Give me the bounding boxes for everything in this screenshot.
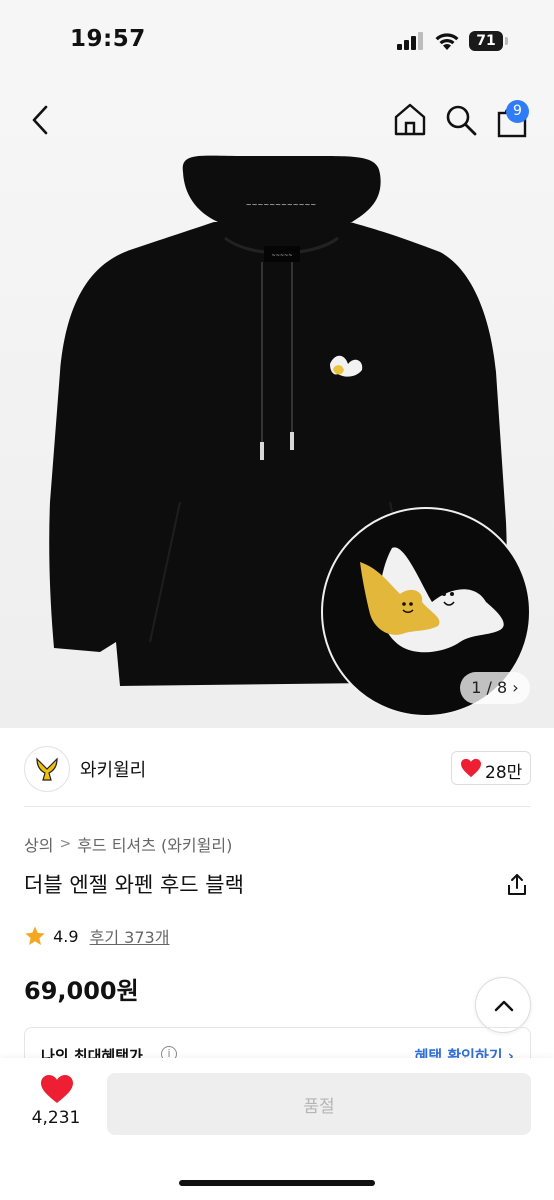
- sold-out-button[interactable]: 품절: [107, 1073, 531, 1135]
- image-page-indicator[interactable]: 1 / 8 ›: [460, 672, 530, 704]
- brand-logo[interactable]: [24, 746, 70, 792]
- neck-label-text: ~~~~~: [272, 253, 293, 259]
- scroll-to-top-button[interactable]: [475, 977, 531, 1033]
- brand-logo-icon: [36, 757, 58, 781]
- battery-icon: 71: [469, 31, 509, 51]
- status-bar: 19:57 71: [0, 0, 554, 82]
- wishlist-count: 4,231: [31, 1108, 81, 1128]
- brand-like-button[interactable]: 28만: [451, 751, 531, 785]
- share-icon[interactable]: [505, 873, 529, 897]
- brand-like-count: 28만: [485, 763, 523, 783]
- product-image-carousel[interactable]: ~~~~~~~~~~~~ ~~~~~: [0, 82, 554, 728]
- hood-embroidery-text: ~~~~~~~~~~~~: [246, 201, 317, 209]
- chevron-right-icon: >: [59, 836, 72, 852]
- review-link[interactable]: 후기 373개: [90, 924, 170, 948]
- product-price: 69,000원: [24, 977, 139, 1005]
- breadcrumb-level1[interactable]: 상의: [24, 832, 53, 856]
- home-icon[interactable]: [393, 101, 427, 137]
- chevron-up-icon: [494, 1000, 514, 1012]
- breadcrumb: 상의 > 후드 티셔츠 (와키윌리): [24, 832, 232, 856]
- rating-value: 4.9: [53, 926, 79, 946]
- home-indicator: [179, 1180, 375, 1186]
- cart-count-badge: 9: [506, 100, 529, 123]
- hoodie-image: ~~~~~~~~~~~~ ~~~~~: [49, 155, 531, 717]
- divider: [24, 806, 530, 807]
- chevron-right-icon: ›: [512, 678, 519, 697]
- status-time: 19:57: [70, 26, 146, 52]
- product-title: 더블 엔젤 와펜 후드 블랙: [24, 873, 244, 897]
- battery-cap: [505, 37, 508, 45]
- wishlist-heart-icon[interactable]: [40, 1074, 74, 1104]
- image-page-text: 1 / 8: [471, 678, 508, 697]
- brand-name[interactable]: 와키윌리: [80, 756, 146, 782]
- star-icon: [25, 926, 45, 945]
- wifi-icon: [435, 33, 459, 50]
- battery-level: 71: [469, 31, 503, 51]
- breadcrumb-level2[interactable]: 후드 티셔츠 (와키윌리): [77, 832, 232, 856]
- signal-icon: [397, 32, 423, 50]
- back-icon[interactable]: [24, 103, 56, 137]
- search-icon[interactable]: [444, 103, 478, 137]
- rating-row: 4.9 후기 373개: [24, 924, 169, 948]
- heart-icon: [461, 758, 481, 778]
